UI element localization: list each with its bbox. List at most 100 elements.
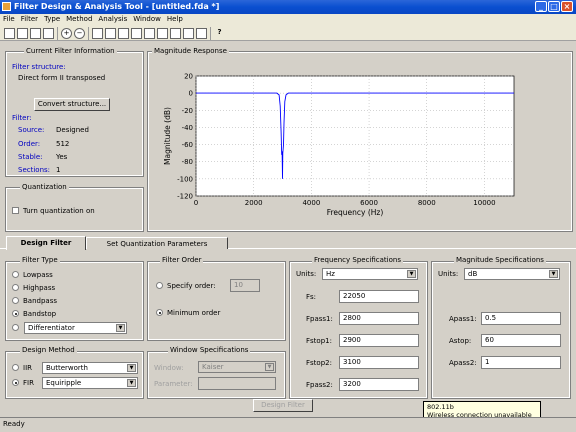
apass2-input[interactable]: 1 [481, 356, 561, 369]
phase-response-icon[interactable] [105, 28, 116, 39]
menu-window[interactable]: Window [130, 14, 164, 23]
menu-method[interactable]: Method [63, 14, 95, 23]
impulse-response-icon[interactable] [144, 28, 155, 39]
design-method-panel [5, 351, 144, 399]
window-label: Window: [154, 364, 184, 372]
menu-type[interactable]: Type [41, 14, 63, 23]
tab-set-quantization[interactable]: Set Quantization Parameters [86, 237, 228, 249]
freq-units-value: Hz [326, 270, 335, 278]
magnitude-response-icon[interactable] [92, 28, 103, 39]
magnitude-phase-icon[interactable] [118, 28, 129, 39]
fpass2-input[interactable]: 3200 [339, 378, 419, 391]
plot-area [195, 75, 515, 197]
iir-label: IIR [23, 364, 32, 372]
y-tick-label: -60 [182, 141, 193, 149]
iir-method-dropdown[interactable]: Butterworth ▼ [42, 362, 138, 374]
mag-units-label: Units: [438, 270, 459, 278]
app-icon [2, 2, 11, 11]
fs-input[interactable]: 22050 [339, 290, 419, 303]
highpass-radio[interactable] [12, 284, 19, 291]
chevron-down-icon: ▼ [127, 364, 136, 372]
bandstop-radio[interactable] [12, 310, 19, 317]
minimize-icon[interactable]: _ [535, 1, 547, 12]
menu-help[interactable]: Help [164, 14, 186, 23]
group-delay-icon[interactable] [131, 28, 142, 39]
menu-filter[interactable]: Filter [18, 14, 41, 23]
specify-order-label: Specify order: [167, 282, 216, 290]
fir-method-value: Equiripple [46, 379, 82, 387]
source-value: Designed [56, 126, 89, 134]
frequency-specs-title: Frequency Specifications [312, 256, 403, 264]
fpass1-label: Fpass1: [306, 315, 333, 323]
filter-coefficients-icon[interactable] [183, 28, 194, 39]
structure-value: Direct form II transposed [18, 74, 106, 82]
apass1-input[interactable]: 0.5 [481, 312, 561, 325]
fir-label: FIR [23, 379, 34, 387]
x-tick-label: 2000 [245, 199, 263, 207]
filter-label: Filter: [12, 114, 32, 122]
x-tick-label: 0 [194, 199, 198, 207]
freq-units-label: Units: [296, 270, 317, 278]
menu-analysis[interactable]: Analysis [95, 14, 130, 23]
fstop2-label: Fstop2: [306, 359, 332, 367]
status-text: Ready [3, 420, 25, 428]
iir-radio[interactable] [12, 364, 19, 371]
specify-order-radio[interactable] [156, 282, 163, 289]
step-response-icon[interactable] [157, 28, 168, 39]
convert-structure-button[interactable]: Convert structure... [34, 98, 110, 111]
window-dropdown[interactable]: Kaiser ▼ [198, 361, 276, 373]
filter-info-icon[interactable] [196, 28, 207, 39]
specify-order-input[interactable]: 10 [230, 279, 260, 292]
fpass1-input[interactable]: 2800 [339, 312, 419, 325]
magnitude-specs-title: Magnitude Specifications [454, 256, 546, 264]
zoom-in-icon[interactable]: + [61, 28, 72, 39]
fir-radio[interactable] [12, 379, 19, 386]
mag-units-dropdown[interactable]: dB ▼ [464, 268, 560, 280]
zoom-out-icon[interactable]: − [74, 28, 85, 39]
design-filter-button[interactable]: Design Filter [253, 399, 313, 412]
iir-method-value: Butterworth [46, 364, 88, 372]
astop-input[interactable]: 60 [481, 334, 561, 347]
x-tick-label: 4000 [302, 199, 320, 207]
bandpass-radio[interactable] [12, 297, 19, 304]
sections-label: Sections: [18, 166, 51, 174]
structure-label: Filter structure: [12, 63, 66, 71]
differentiator-radio[interactable] [12, 324, 19, 331]
tab-design-filter[interactable]: Design Filter [6, 236, 86, 250]
x-tick-label: 8000 [418, 199, 436, 207]
print-icon[interactable] [43, 28, 54, 39]
toolbar-separator [57, 27, 58, 40]
open-file-icon[interactable] [17, 28, 28, 39]
bandstop-label: Bandstop [23, 310, 57, 318]
y-tick-label: 20 [184, 73, 193, 81]
source-label: Source: [18, 126, 45, 134]
quantization-checkbox[interactable] [12, 207, 19, 214]
save-icon[interactable] [30, 28, 41, 39]
parameter-input[interactable] [198, 377, 276, 390]
differentiator-value: Differentiator [28, 324, 75, 332]
bandpass-label: Bandpass [23, 297, 57, 305]
maximize-icon[interactable]: □ [548, 1, 560, 12]
lowpass-radio[interactable] [12, 271, 19, 278]
chevron-down-icon: ▼ [127, 379, 136, 387]
mag-units-value: dB [468, 270, 478, 278]
new-file-icon[interactable] [4, 28, 15, 39]
whats-this-help-icon[interactable]: ? [214, 28, 225, 39]
toolbar-separator [88, 27, 89, 40]
fstop1-input[interactable]: 2900 [339, 334, 419, 347]
analysis-title: Magnitude Response [152, 47, 229, 55]
pole-zero-icon[interactable] [170, 28, 181, 39]
lowpass-label: Lowpass [23, 271, 53, 279]
minimum-order-radio[interactable] [156, 309, 163, 316]
quantization-title: Quantization [20, 183, 69, 191]
y-tick-label: -20 [182, 107, 193, 115]
quantization-checkbox-label: Turn quantization on [23, 207, 95, 215]
fstop2-input[interactable]: 3100 [339, 356, 419, 369]
fir-method-dropdown[interactable]: Equiripple ▼ [42, 377, 138, 389]
close-icon[interactable]: × [561, 1, 573, 12]
freq-units-dropdown[interactable]: Hz ▼ [322, 268, 418, 280]
differentiator-dropdown[interactable]: Differentiator ▼ [24, 322, 127, 334]
x-axis-label: Frequency (Hz) [327, 208, 384, 217]
menu-file[interactable]: File [0, 14, 18, 23]
chevron-down-icon: ▼ [265, 363, 274, 371]
